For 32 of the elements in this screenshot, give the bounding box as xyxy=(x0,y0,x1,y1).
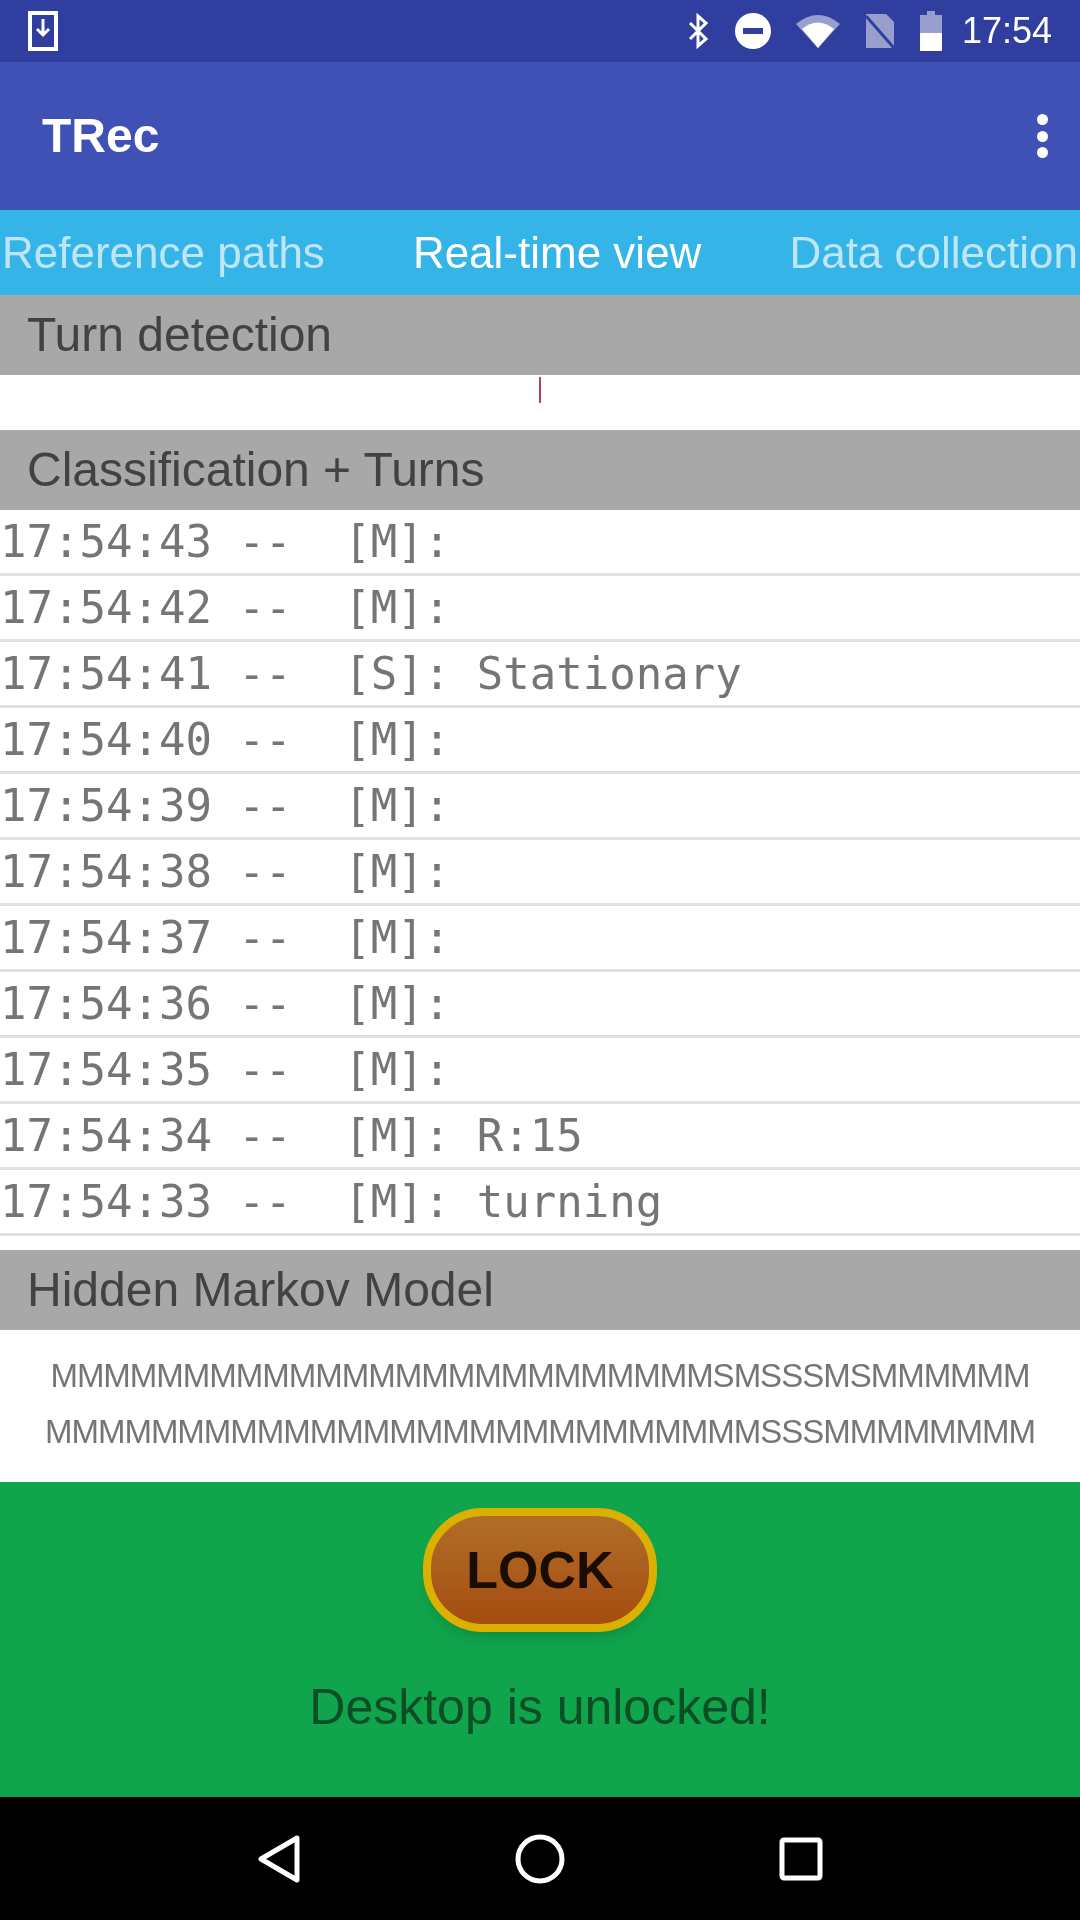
lock-button[interactable]: LOCK xyxy=(423,1508,657,1632)
app-title: TRec xyxy=(42,108,161,164)
section-title: Classification + Turns xyxy=(27,442,485,498)
log-entry: 17:54:43 -- [M]: xyxy=(0,514,451,569)
status-time: 17:54 xyxy=(961,9,1052,53)
tab[interactable]: Real-time view xyxy=(388,219,726,286)
section-title: Turn detection xyxy=(27,307,333,363)
log-entry: 17:54:39 -- [M]: xyxy=(0,778,451,833)
log-entry: 17:54:35 -- [M]: xyxy=(0,1042,451,1097)
back-icon[interactable] xyxy=(257,1834,301,1883)
log-entry: 17:54:33 -- [M]: turning xyxy=(0,1174,663,1229)
log-entry: 17:54:34 -- [M]: R:15 xyxy=(0,1108,583,1163)
turn-indicator xyxy=(539,377,541,403)
no-sim-icon xyxy=(863,12,896,50)
download-notification-icon xyxy=(28,11,58,51)
lock-status-text: Desktop is unlocked! xyxy=(309,1678,771,1737)
tab[interactable]: Reference paths xyxy=(0,219,327,286)
wifi-icon xyxy=(795,14,840,48)
log-entry: 17:54:42 -- [M]: xyxy=(0,580,451,635)
section-title: Hidden Markov Model xyxy=(27,1262,494,1318)
recents-icon[interactable] xyxy=(779,1836,823,1881)
state-sequence: MMMMMMMMMMMMMMMMMMMMMMMMMMMSSSMMMMMMMM xyxy=(44,1412,1036,1452)
tab[interactable]: Data collection xyxy=(787,219,1080,286)
battery-icon xyxy=(919,11,942,51)
state-sequence: MMMMMMMMMMMMMMMMMMMMMMMMMSMSSSMSMMMMMM xyxy=(50,1356,1030,1396)
log-entry: 17:54:37 -- [M]: xyxy=(0,910,451,965)
log-entry: 17:54:41 -- [S]: Stationary xyxy=(0,646,742,701)
log-entry: 17:54:40 -- [M]: xyxy=(0,712,451,767)
home-icon[interactable] xyxy=(515,1833,565,1884)
log-entry: 17:54:38 -- [M]: xyxy=(0,844,451,899)
log-entry: 17:54:36 -- [M]: xyxy=(0,976,451,1031)
do-not-disturb-icon xyxy=(733,12,772,50)
